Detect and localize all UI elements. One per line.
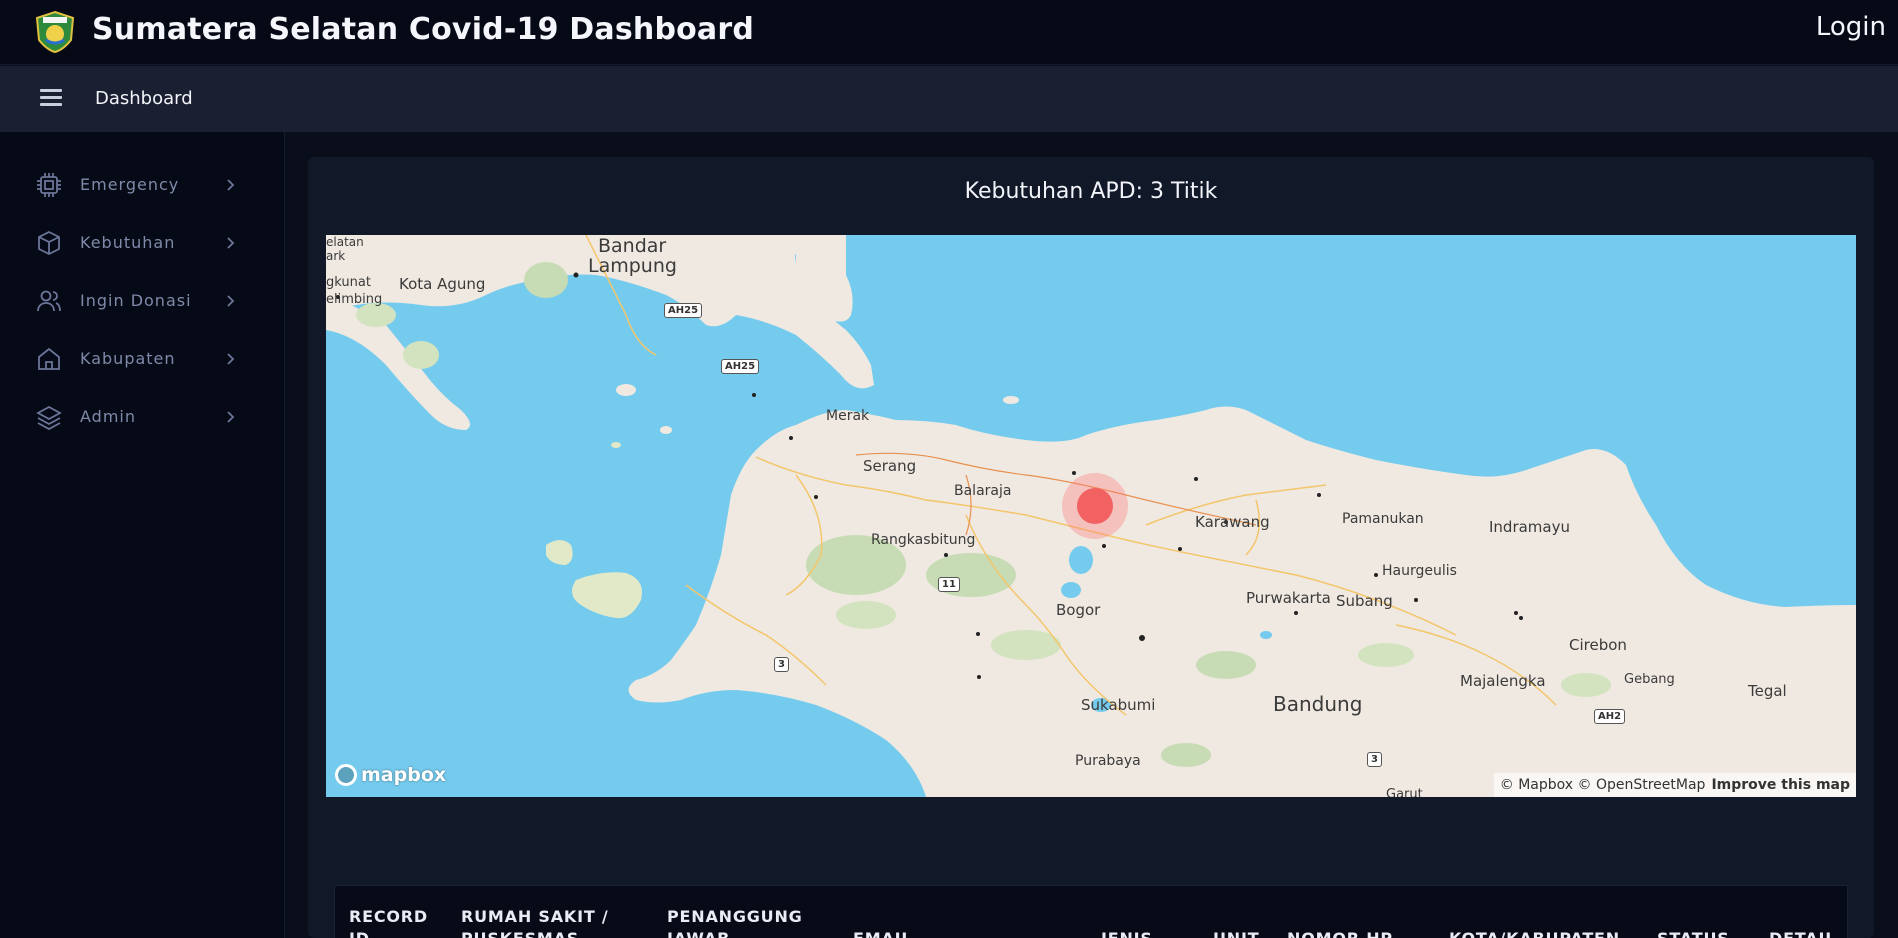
mapbox-logo-icon [335, 764, 357, 786]
breadcrumb: Dashboard [95, 88, 193, 109]
map-place-label: Indramayu [1489, 518, 1570, 536]
map-place-label: elimbing [326, 292, 383, 307]
sidebar: Emergency Kebutuhan Ingin Donasi Kabupat… [0, 132, 285, 938]
chip-icon [37, 173, 61, 197]
map-place-label: Serang [863, 457, 917, 475]
map-place-label: Merak [826, 408, 870, 424]
map-place-label: Kota Agung [399, 275, 486, 293]
chevron-right-icon [227, 237, 235, 249]
map-place-label: elatan [326, 235, 364, 249]
chevron-right-icon [227, 295, 235, 307]
box-icon [38, 230, 60, 256]
column-header[interactable]: UNIT [1213, 928, 1259, 938]
layers-icon [36, 405, 62, 430]
sidebar-item-label: Ingin Donasi [80, 291, 192, 310]
column-header[interactable]: EMAIL [853, 928, 912, 938]
column-header[interactable]: NOMOR HP [1287, 928, 1393, 938]
map-place-label: Bandar [598, 235, 667, 257]
map-marker[interactable] [1077, 488, 1113, 524]
sidebar-item-label: Emergency [80, 175, 180, 194]
column-header[interactable]: JENIS [1101, 928, 1153, 938]
home-icon [38, 347, 60, 370]
column-header[interactable]: KOTA/KABUPATEN [1449, 928, 1620, 938]
map-place-label: Balaraja [954, 483, 1012, 499]
sub-header: Dashboard [0, 66, 1898, 132]
mapbox-logo-text: mapbox [361, 764, 447, 786]
road-shield: AH2 [1594, 709, 1626, 724]
sidebar-item-label: Kabupaten [80, 349, 176, 368]
map-place-label: Karawang [1195, 513, 1270, 531]
road-shield: 11 [938, 577, 960, 592]
map-place-label: gkunat [326, 275, 371, 290]
users-icon [37, 290, 61, 312]
sidebar-item-kabupaten[interactable]: Kabupaten [36, 343, 246, 375]
login-link[interactable]: Login [1816, 12, 1886, 42]
map-attribution: © Mapbox © OpenStreetMap Improve this map [1493, 773, 1856, 797]
chevron-right-icon [227, 411, 235, 423]
sidebar-item-admin[interactable]: Admin [36, 401, 246, 433]
map-place-label: Purabaya [1075, 753, 1141, 769]
column-header[interactable]: PENANGGUNG JAWAB [667, 906, 817, 938]
sidebar-item-label: Admin [80, 407, 136, 426]
sidebar-item-emergency[interactable]: Emergency [36, 169, 246, 201]
mapbox-logo[interactable]: mapbox [335, 763, 446, 787]
column-header[interactable]: RUMAH SAKIT / PUSKESMAS [461, 906, 631, 938]
map-place-label: ark [326, 249, 346, 263]
table-header: RECORD ID RUMAH SAKIT / PUSKESMAS PENANG… [334, 885, 1848, 938]
sidebar-item-ingin-donasi[interactable]: Ingin Donasi [36, 285, 246, 317]
chevron-right-icon [227, 353, 235, 365]
map-place-label: Bandung [1273, 692, 1363, 716]
map-place-label: Bogor [1056, 601, 1101, 619]
road-shield: 3 [1367, 752, 1382, 767]
map-place-label: Majalengka [1460, 672, 1546, 690]
map-place-label: Pamanukan [1342, 511, 1424, 527]
map-place-label: Rangkasbitung [871, 532, 976, 548]
column-header[interactable]: STATUS [1657, 928, 1730, 938]
page-title: Kebutuhan APD: 3 Titik [964, 179, 1218, 204]
map-place-label: Tegal [1748, 682, 1787, 700]
road-shield: AH25 [664, 303, 703, 318]
road-shield: AH25 [721, 359, 760, 374]
map-place-label: Purwakarta [1246, 589, 1331, 607]
app-title: Sumatera Selatan Covid-19 Dashboard [92, 12, 755, 47]
map-place-label: Subang [1336, 592, 1393, 610]
chevron-right-icon [227, 179, 235, 191]
sidebar-item-kebutuhan[interactable]: Kebutuhan [36, 227, 246, 259]
map-place-label: Haurgeulis [1382, 563, 1457, 579]
map-place-label: Gebang [1624, 672, 1675, 687]
top-header: Sumatera Selatan Covid-19 Dashboard Logi… [0, 0, 1898, 65]
improve-map-link[interactable]: Improve this map [1711, 777, 1850, 793]
column-header[interactable]: DETAIL [1769, 928, 1836, 938]
column-header[interactable]: RECORD ID [349, 906, 439, 938]
map-place-label: Lampung [588, 255, 677, 277]
sidebar-item-label: Kebutuhan [80, 233, 176, 252]
road-shield: 3 [774, 657, 789, 672]
map-place-label: Garut [1386, 787, 1423, 797]
attribution-text[interactable]: © Mapbox © OpenStreetMap [1500, 777, 1706, 793]
province-emblem-logo [33, 10, 77, 54]
main-card: Kebutuhan APD: 3 Titik elatan ark gkunat… [308, 157, 1874, 938]
map-place-label: Cirebon [1569, 636, 1627, 654]
map-view[interactable]: elatan ark gkunat elimbing Bandar Lampun… [326, 235, 1856, 797]
map-place-label: Sukabumi [1081, 696, 1156, 714]
hamburger-menu-icon[interactable] [40, 89, 62, 107]
